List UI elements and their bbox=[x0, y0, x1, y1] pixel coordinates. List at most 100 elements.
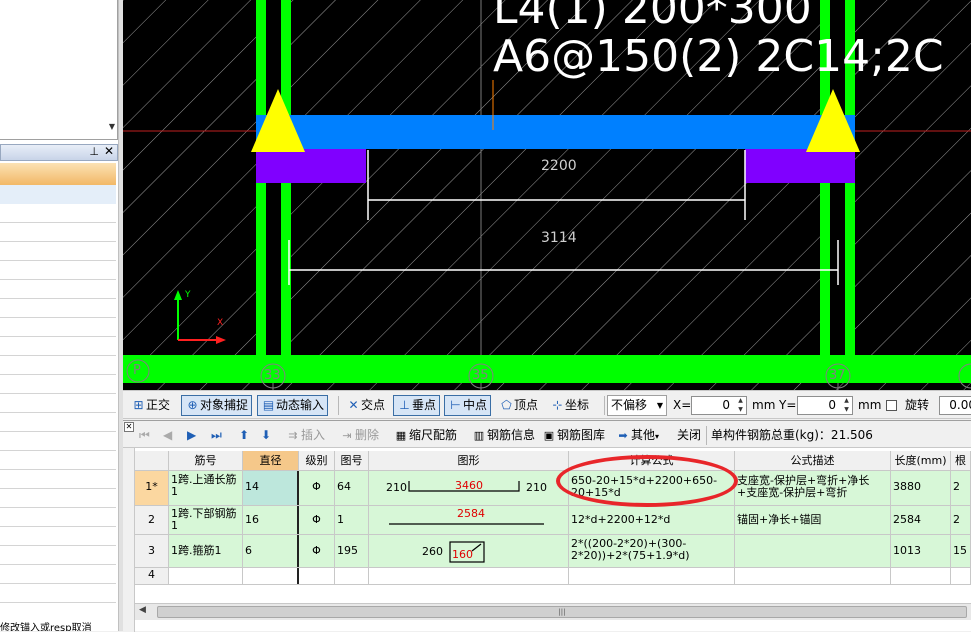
left-list-item[interactable] bbox=[0, 508, 116, 527]
move-up-icon[interactable]: ⬆ bbox=[239, 426, 249, 445]
cad-canvas[interactable]: L4(1) 200*300 A6@150(2) 2C14;2C 2200 311… bbox=[123, 0, 971, 390]
left-list-item[interactable] bbox=[0, 223, 116, 242]
formula-desc-cell[interactable]: 锚固+净长+锚固 bbox=[735, 506, 891, 534]
previous-record-icon[interactable]: ◀ bbox=[163, 426, 172, 445]
shape-cell[interactable]: 260 160 bbox=[369, 535, 569, 567]
dynamic-input-button[interactable]: ▤ 动态输入 bbox=[257, 395, 329, 416]
left-list-item[interactable] bbox=[0, 261, 116, 280]
table-row[interactable]: 4 bbox=[135, 568, 971, 585]
rotate-checkbox[interactable] bbox=[886, 400, 897, 411]
delete-button[interactable]: ⇥ 删除 bbox=[339, 426, 379, 445]
left-list-selected-item[interactable] bbox=[0, 163, 116, 185]
bar-name[interactable]: 1跨.上通长筋1 bbox=[169, 471, 243, 505]
coordinate-button[interactable]: ⊹ 坐标 bbox=[546, 395, 593, 416]
formula-cell[interactable]: 12*d+2200+12*d bbox=[569, 506, 735, 534]
rebar-info-button[interactable]: ▥ 钢筋信息 bbox=[471, 426, 535, 445]
diameter-cell[interactable]: 6 bbox=[243, 535, 299, 567]
rebar-library-button[interactable]: ▣ 钢筋图库 bbox=[541, 426, 605, 445]
header-length[interactable]: 长度(mm) bbox=[891, 451, 951, 470]
count-cell[interactable] bbox=[951, 568, 971, 584]
left-list-item[interactable] bbox=[0, 394, 116, 413]
left-list-item[interactable] bbox=[0, 242, 116, 261]
first-record-icon[interactable]: ⏮ bbox=[139, 426, 150, 445]
formula-desc-cell[interactable] bbox=[735, 568, 891, 584]
left-list-item[interactable] bbox=[0, 413, 116, 432]
diameter-cell[interactable]: 14 bbox=[243, 471, 299, 505]
table-row[interactable]: 3 1跨.箍筋1 6 Φ 195 260 160 2*((200-2*20)+(… bbox=[135, 535, 971, 568]
left-list-item[interactable] bbox=[0, 489, 116, 508]
panel-close-icon[interactable]: ✕ bbox=[124, 422, 134, 432]
table-row[interactable]: 2 1跨.下部钢筋1 16 Φ 1 2584 12*d+2200+12*d 锚固… bbox=[135, 506, 971, 535]
scrollbar-thumb[interactable]: ||| bbox=[157, 606, 967, 618]
next-record-icon[interactable]: ▶ bbox=[187, 426, 196, 445]
left-list-item[interactable] bbox=[0, 337, 116, 356]
object-snap-button[interactable]: ⊕ 对象捕捉 bbox=[181, 395, 253, 416]
length-cell[interactable] bbox=[891, 568, 951, 584]
midpoint-button[interactable]: ⊢ 中点 bbox=[444, 395, 492, 416]
left-list-item[interactable] bbox=[0, 318, 116, 337]
row-index[interactable]: 1* bbox=[135, 471, 169, 505]
grade-cell[interactable]: Φ bbox=[299, 535, 335, 567]
table-row[interactable]: 1* 1跨.上通长筋1 14 Φ 64 210 3460 210 650-20+… bbox=[135, 471, 971, 506]
insert-button[interactable]: ⇉ 插入 bbox=[285, 426, 325, 445]
header-formula-desc[interactable]: 公式描述 bbox=[735, 451, 891, 470]
header-bar-no[interactable]: 筋号 bbox=[169, 451, 243, 470]
left-list-item[interactable] bbox=[0, 432, 116, 451]
scroll-left-icon[interactable]: ◀ bbox=[139, 605, 146, 615]
scroll-down-icon[interactable]: ▼ bbox=[109, 122, 115, 131]
shape-cell[interactable] bbox=[369, 568, 569, 584]
figure-no-cell[interactable]: 1 bbox=[335, 506, 369, 534]
length-cell[interactable]: 2584 bbox=[891, 506, 951, 534]
diameter-cell[interactable] bbox=[243, 568, 299, 584]
formula-desc-cell[interactable]: 支座宽-保护层+弯折+净长+支座宽-保护层+弯折 bbox=[735, 471, 891, 505]
header-figure-no[interactable]: 图号 bbox=[335, 451, 369, 470]
length-cell[interactable]: 1013 bbox=[891, 535, 951, 567]
formula-desc-cell[interactable] bbox=[735, 535, 891, 567]
grade-cell[interactable] bbox=[299, 568, 335, 584]
close-icon[interactable]: ✕ bbox=[104, 144, 114, 158]
last-record-icon[interactable]: ⏭ bbox=[211, 426, 222, 445]
perpendicular-button[interactable]: ⊥ 垂点 bbox=[393, 395, 441, 416]
row-scrollbar[interactable] bbox=[123, 448, 135, 632]
x-spinner-icon[interactable]: ▲ ▼ bbox=[735, 396, 746, 415]
bar-name[interactable] bbox=[169, 568, 243, 584]
length-cell[interactable]: 3880 bbox=[891, 471, 951, 505]
row-index[interactable]: 4 bbox=[135, 568, 169, 584]
header-grade[interactable]: 级别 bbox=[299, 451, 335, 470]
count-cell[interactable]: 15 bbox=[951, 535, 971, 567]
header-count[interactable]: 根数 bbox=[951, 451, 971, 470]
move-down-icon[interactable]: ⬇ bbox=[261, 426, 271, 445]
left-list-item[interactable] bbox=[0, 470, 116, 489]
shape-cell[interactable]: 2584 bbox=[369, 506, 569, 534]
grade-cell[interactable]: Φ bbox=[299, 506, 335, 534]
shape-cell[interactable]: 210 3460 210 bbox=[369, 471, 569, 505]
row-index[interactable]: 2 bbox=[135, 506, 169, 534]
other-menu-button[interactable]: ➡ 其他▾ bbox=[615, 426, 659, 445]
bar-name[interactable]: 1跨.箍筋1 bbox=[169, 535, 243, 567]
left-list-item[interactable] bbox=[0, 299, 116, 318]
scale-rebar-button[interactable]: ▦ 缩尺配筋 bbox=[393, 426, 457, 445]
left-list-item[interactable] bbox=[0, 185, 116, 204]
y-spinner-icon[interactable]: ▲ ▼ bbox=[841, 396, 852, 415]
left-list-item[interactable] bbox=[0, 204, 116, 223]
left-list-item[interactable] bbox=[0, 280, 116, 299]
figure-no-cell[interactable]: 195 bbox=[335, 535, 369, 567]
pin-icon[interactable]: ⊥ bbox=[89, 145, 99, 158]
close-button[interactable]: 关闭 bbox=[677, 426, 701, 445]
figure-no-cell[interactable]: 64 bbox=[335, 471, 369, 505]
header-shape[interactable]: 图形 bbox=[369, 451, 569, 470]
left-list-item[interactable] bbox=[0, 584, 116, 603]
left-list-item[interactable] bbox=[0, 356, 116, 375]
count-cell[interactable]: 2 bbox=[951, 471, 971, 505]
offset-dropdown[interactable]: 不偏移 ▼ bbox=[607, 395, 667, 416]
left-list-item[interactable] bbox=[0, 451, 116, 470]
header-diameter[interactable]: 直径(mm) bbox=[243, 451, 299, 470]
horizontal-scrollbar[interactable]: ◀ ||| bbox=[135, 603, 971, 620]
left-list-item[interactable] bbox=[0, 565, 116, 584]
bar-name[interactable]: 1跨.下部钢筋1 bbox=[169, 506, 243, 534]
formula-cell[interactable] bbox=[569, 568, 735, 584]
figure-no-cell[interactable] bbox=[335, 568, 369, 584]
left-list-item[interactable] bbox=[0, 527, 116, 546]
rotate-input[interactable]: 0.00 bbox=[939, 396, 971, 415]
left-list-item[interactable] bbox=[0, 375, 116, 394]
